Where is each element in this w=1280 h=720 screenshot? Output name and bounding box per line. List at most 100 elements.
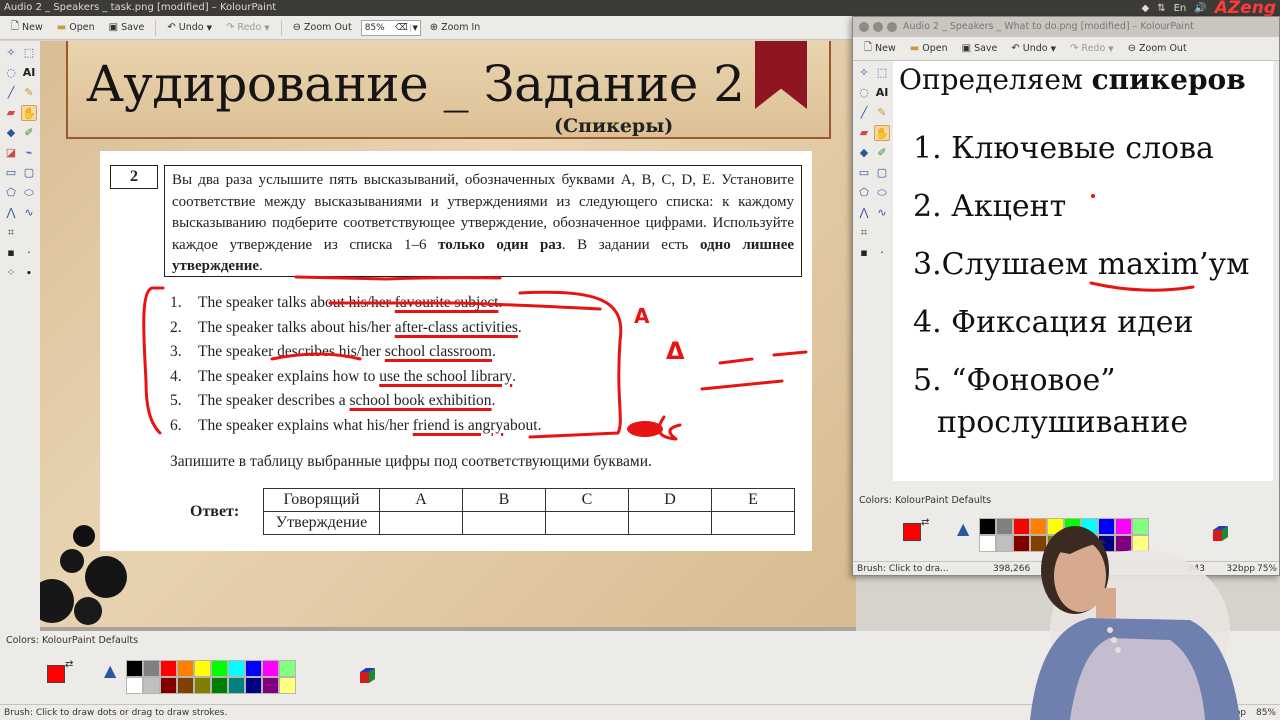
- ellipse-tool-icon[interactable]: ⬭: [21, 185, 37, 201]
- brush-size-icon[interactable]: ▪: [856, 245, 872, 261]
- task-slide[interactable]: Аудирование _ Задание 2 (Спикеры) 2 Вы д…: [40, 41, 856, 627]
- foreground-color[interactable]: [903, 523, 921, 541]
- redo-button[interactable]: ↷ Redo ▼: [221, 20, 275, 35]
- rectangle-tool-icon[interactable]: ▭: [3, 165, 19, 181]
- crop-icon[interactable]: ⌗: [3, 225, 19, 241]
- brush-size-icon[interactable]: ▪: [3, 245, 19, 261]
- curve-tool-icon[interactable]: ∿: [21, 205, 37, 221]
- eraser-icon[interactable]: ▰: [856, 125, 872, 141]
- palette-swatch[interactable]: [211, 660, 228, 677]
- line-tool-icon[interactable]: ╱: [856, 105, 872, 121]
- brush-shape-icon[interactable]: ·: [874, 245, 890, 261]
- palette-swatch[interactable]: [262, 660, 279, 677]
- palette-swatch[interactable]: [245, 660, 262, 677]
- curve-tool-icon[interactable]: ∿: [874, 205, 890, 221]
- palette-swatch[interactable]: [177, 677, 194, 694]
- text-tool-icon[interactable]: AI: [21, 65, 37, 81]
- fill-tool-icon[interactable]: ◆: [856, 145, 872, 161]
- ellipse-tool-icon[interactable]: ⬭: [874, 185, 890, 201]
- clear-icon[interactable]: ⌫: [395, 23, 410, 33]
- redo-button[interactable]: ↷ Redo ▼: [1065, 41, 1119, 56]
- palette-swatch[interactable]: [177, 660, 194, 677]
- pen-tool-icon[interactable]: ✎: [874, 105, 890, 121]
- eraser-icon[interactable]: ▰: [3, 105, 19, 121]
- new-button[interactable]: 🗋 New: [6, 17, 48, 38]
- rounded-rect-tool-icon[interactable]: ▢: [21, 165, 37, 181]
- foreground-color[interactable]: [47, 665, 65, 683]
- airbrush-icon[interactable]: ⌁: [21, 145, 37, 161]
- brush-shape-icon[interactable]: ·: [21, 245, 37, 261]
- save-button[interactable]: ▣ Save: [957, 41, 1003, 56]
- text-tool-icon[interactable]: AI: [874, 85, 890, 101]
- palette-swatch[interactable]: [279, 677, 296, 694]
- open-button[interactable]: ▬ Open: [905, 41, 953, 56]
- rect-select-icon[interactable]: ⬚: [21, 45, 37, 61]
- dropbox-icon[interactable]: ◆: [1142, 3, 1150, 14]
- pen-tool-icon[interactable]: ✎: [21, 85, 37, 101]
- keyboard-layout-icon[interactable]: En: [1174, 3, 1187, 14]
- brush-dots-icon[interactable]: ⁘: [3, 265, 19, 281]
- chevron-down-icon[interactable]: ▼: [409, 23, 420, 32]
- fill-tool-icon[interactable]: ◆: [3, 125, 19, 141]
- zoom-combobox[interactable]: 85% ⌫ ▼: [360, 19, 421, 36]
- current-colors[interactable]: ⇄: [901, 517, 929, 545]
- palette-swatch[interactable]: [262, 677, 279, 694]
- zoom-out-button[interactable]: ⊖ Zoom Out: [1123, 41, 1192, 56]
- palette-swatch[interactable]: [279, 660, 296, 677]
- line-tool-icon[interactable]: ╱: [3, 85, 19, 101]
- palette-swatch[interactable]: [228, 660, 245, 677]
- palette-swatch[interactable]: [160, 660, 177, 677]
- volume-icon[interactable]: 🔊: [1194, 3, 1206, 14]
- undo-button[interactable]: ↶ Undo ▼: [162, 20, 217, 35]
- palette-swatch[interactable]: [245, 677, 262, 694]
- save-button[interactable]: ▣ Save: [104, 20, 150, 35]
- brush-tool-icon[interactable]: ✋: [21, 105, 37, 121]
- ellipse-select-icon[interactable]: ◌: [3, 65, 19, 81]
- polygon-tool-icon[interactable]: ⬠: [856, 185, 872, 201]
- brush-small-icon[interactable]: ∙: [21, 265, 37, 281]
- minimize-icon[interactable]: [873, 22, 883, 32]
- undo-dropdown-icon[interactable]: ▼: [1051, 45, 1056, 53]
- palette-swatch[interactable]: [126, 660, 143, 677]
- brush-tool-icon[interactable]: ✋: [874, 125, 890, 141]
- free-select-icon[interactable]: ✧: [856, 65, 872, 81]
- undo-dropdown-icon[interactable]: ▼: [207, 24, 212, 32]
- palette-swatch[interactable]: [228, 677, 245, 694]
- current-colors[interactable]: ⇄: [45, 659, 73, 687]
- rectangle-tool-icon[interactable]: ▭: [856, 165, 872, 181]
- updown-arrows-icon[interactable]: ⇅: [1157, 3, 1165, 14]
- palette-swatch[interactable]: [211, 677, 228, 694]
- redo-dropdown-icon[interactable]: ▼: [1108, 45, 1113, 53]
- redo-dropdown-icon[interactable]: ▼: [264, 24, 269, 32]
- open-button[interactable]: ▬ Open: [52, 20, 100, 35]
- crop-icon[interactable]: ⌗: [856, 225, 872, 241]
- color-picker-icon[interactable]: ✐: [874, 145, 890, 161]
- palette-swatch[interactable]: [194, 677, 211, 694]
- palette-swatch[interactable]: [143, 677, 160, 694]
- polyline-tool-icon[interactable]: ⋀: [856, 205, 872, 221]
- color-picker-icon[interactable]: ▲: [104, 661, 116, 680]
- ellipse-select-icon[interactable]: ◌: [856, 85, 872, 101]
- color-eraser-icon[interactable]: ◪: [3, 145, 19, 161]
- rect-select-icon[interactable]: ⬚: [874, 65, 890, 81]
- color-picker-icon[interactable]: ✐: [21, 125, 37, 141]
- zoom-out-button[interactable]: ⊖ Zoom Out: [288, 20, 357, 35]
- palette-swatch[interactable]: [160, 677, 177, 694]
- color-cube-icon[interactable]: [356, 665, 378, 687]
- close-icon[interactable]: [859, 22, 869, 32]
- tips-slide[interactable]: Определяем спикеров 1. Ключевые слова 2.…: [893, 61, 1273, 481]
- rounded-rect-tool-icon[interactable]: ▢: [874, 165, 890, 181]
- free-select-icon[interactable]: ✧: [3, 45, 19, 61]
- palette-swatch[interactable]: [194, 660, 211, 677]
- new-button[interactable]: 🗋 New: [859, 38, 901, 59]
- palette-swatch[interactable]: [126, 677, 143, 694]
- zoom-in-button[interactable]: ⊕ Zoom In: [425, 20, 486, 35]
- palette-swatch[interactable]: [143, 660, 160, 677]
- maximize-icon[interactable]: [887, 22, 897, 32]
- swap-colors-icon[interactable]: ⇄: [65, 659, 73, 670]
- polygon-tool-icon[interactable]: ⬠: [3, 185, 19, 201]
- color-picker-icon[interactable]: ▲: [957, 519, 969, 538]
- swap-colors-icon[interactable]: ⇄: [921, 517, 929, 528]
- polyline-tool-icon[interactable]: ⋀: [3, 205, 19, 221]
- undo-button[interactable]: ↶ Undo ▼: [1006, 41, 1061, 56]
